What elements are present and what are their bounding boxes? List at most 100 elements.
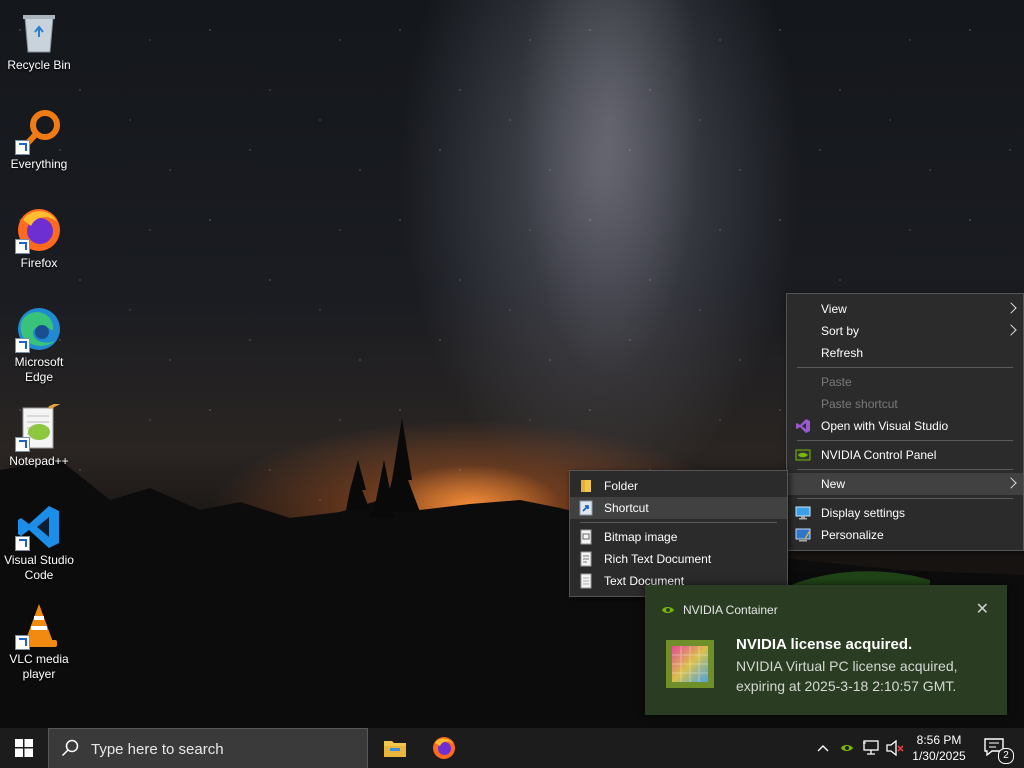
- menu-item-label: New: [821, 477, 846, 491]
- shortcut-arrow-icon: [15, 635, 30, 650]
- menu-item-sort-by[interactable]: Sort by: [787, 320, 1023, 342]
- desktop-icon-firefox[interactable]: Firefox: [0, 206, 78, 271]
- clock-date: 1/30/2025: [912, 749, 966, 763]
- menu-separator: [797, 367, 1013, 368]
- shortcut-arrow-icon: [15, 239, 30, 254]
- menu-item-label: View: [821, 302, 847, 316]
- desktop-icon-notepadpp[interactable]: Notepad++: [0, 400, 78, 469]
- desktop-icon-label: Notepad++: [9, 454, 69, 468]
- menu-item-label: Paste: [821, 375, 852, 389]
- menu-item-refresh[interactable]: Refresh: [787, 342, 1023, 364]
- chevron-up-icon[interactable]: [817, 744, 829, 752]
- menu-separator: [797, 440, 1013, 441]
- menu-item-paste-shortcut[interactable]: Paste shortcut: [787, 393, 1023, 415]
- clock-time: 8:56 PM: [916, 733, 962, 747]
- desktop-icon-label: VLC media player: [9, 652, 69, 681]
- everything-icon: [15, 107, 63, 155]
- recycle-bin-icon: [15, 8, 63, 56]
- menu-item-label: Display settings: [821, 506, 906, 520]
- menu-item-new[interactable]: New: [787, 473, 1023, 495]
- desktop-icon-label: Visual Studio Code: [4, 553, 74, 582]
- shortcut-arrow-icon: [15, 338, 30, 353]
- notification-count-badge: 2: [998, 748, 1014, 764]
- toast-title: NVIDIA license acquired.: [736, 636, 913, 653]
- shortcut-arrow-icon: [15, 536, 30, 551]
- taskbar: 8:56 PM 1/30/2025 2: [0, 728, 1024, 768]
- menu-item-label: Personalize: [821, 528, 884, 542]
- shortcut-icon: [579, 500, 593, 516]
- menu-item-label: Shortcut: [604, 501, 649, 515]
- desktop-icon-label: Recycle Bin: [7, 58, 71, 72]
- desktop-icon-vscode[interactable]: Visual Studio Code: [0, 503, 78, 583]
- submenu-item-shortcut[interactable]: Shortcut: [570, 497, 787, 519]
- search-input[interactable]: [89, 738, 353, 760]
- rich-text-file-icon: [580, 551, 592, 567]
- submenu-item-bitmap-image[interactable]: Bitmap image: [570, 526, 787, 548]
- menu-item-paste[interactable]: Paste: [787, 371, 1023, 393]
- firefox-icon: [433, 737, 455, 759]
- nvidia-tray-icon[interactable]: [840, 742, 854, 754]
- firefox-icon: [15, 206, 63, 254]
- menu-item-label: Sort by: [821, 324, 860, 338]
- edge-icon: [15, 305, 63, 353]
- taskbar-app-file-explorer[interactable]: [371, 728, 419, 768]
- menu-item-nvidia-control-panel[interactable]: NVIDIA Control Panel: [787, 444, 1023, 466]
- close-icon[interactable]: ✕: [976, 599, 989, 619]
- taskbar-search-box[interactable]: [48, 728, 368, 768]
- nvidia-icon: [795, 449, 811, 461]
- windows-logo-icon: [15, 739, 33, 757]
- personalize-icon: [795, 528, 811, 542]
- shortcut-arrow-icon: [15, 437, 30, 452]
- vlc-icon: [15, 602, 63, 650]
- menu-separator: [797, 469, 1013, 470]
- desktop-icon-recycle-bin[interactable]: Recycle Bin: [0, 8, 78, 73]
- menu-item-label: Open with Visual Studio: [821, 419, 949, 433]
- submenu-item-folder[interactable]: Folder: [570, 475, 787, 497]
- start-button[interactable]: [0, 728, 48, 768]
- menu-separator: [580, 522, 777, 523]
- search-icon: [61, 739, 79, 757]
- desktop-icon-edge[interactable]: Microsoft Edge: [0, 305, 78, 385]
- desktop-context-menu: View Sort by Refresh Paste Paste shortcu…: [786, 293, 1024, 551]
- desktop-icon-vlc[interactable]: VLC media player: [0, 602, 78, 682]
- visual-studio-icon: [796, 419, 810, 433]
- volume-muted-icon[interactable]: [886, 740, 904, 756]
- shortcut-arrow-icon: [15, 140, 30, 155]
- taskbar-clock[interactable]: 8:56 PM 1/30/2025: [906, 732, 972, 764]
- file-explorer-icon: [384, 741, 406, 757]
- folder-icon: [581, 480, 591, 492]
- nvidia-notification-toast[interactable]: NVIDIA Container ✕ NVIDIA license acquir…: [645, 585, 1007, 715]
- menu-item-view[interactable]: View: [787, 298, 1023, 320]
- menu-item-display-settings[interactable]: Display settings: [787, 502, 1023, 524]
- notepadpp-icon: [15, 400, 63, 452]
- new-submenu: Folder Shortcut Bitmap image Rich Text D…: [569, 470, 788, 597]
- action-center-button[interactable]: 2: [978, 728, 1018, 768]
- menu-item-label: Bitmap image: [604, 530, 678, 544]
- text-file-icon: [580, 573, 592, 589]
- nvidia-icon: [662, 607, 674, 613]
- taskbar-app-firefox[interactable]: [420, 728, 468, 768]
- menu-item-personalize[interactable]: Personalize: [787, 524, 1023, 546]
- toast-app-name: NVIDIA Container: [683, 603, 778, 617]
- desktop-icon-label: Firefox: [20, 256, 58, 270]
- menu-item-label: Paste shortcut: [821, 397, 898, 411]
- desktop-icon-label: Everything: [10, 157, 68, 171]
- chevron-right-icon: [1005, 302, 1017, 314]
- chevron-right-icon: [1005, 477, 1017, 489]
- menu-item-open-with-visual-studio[interactable]: Open with Visual Studio: [787, 415, 1023, 437]
- menu-item-label: Folder: [604, 479, 639, 493]
- menu-item-label: Rich Text Document: [604, 552, 712, 566]
- submenu-item-rich-text-document[interactable]: Rich Text Document: [570, 548, 787, 570]
- toast-body: NVIDIA Virtual PC license acquired, expi…: [736, 658, 958, 694]
- bitmap-file-icon: [580, 529, 592, 545]
- menu-item-label: NVIDIA Control Panel: [821, 448, 937, 462]
- display-settings-icon: [795, 506, 811, 520]
- network-icon[interactable]: [862, 740, 880, 756]
- desktop-icon-label: Microsoft Edge: [14, 355, 64, 384]
- chevron-right-icon: [1005, 324, 1017, 336]
- vscode-icon: [15, 503, 63, 551]
- menu-item-label: Refresh: [821, 346, 864, 360]
- menu-separator: [797, 498, 1013, 499]
- gpu-chip-icon: [666, 640, 714, 688]
- desktop-icon-everything[interactable]: Everything: [0, 107, 78, 172]
